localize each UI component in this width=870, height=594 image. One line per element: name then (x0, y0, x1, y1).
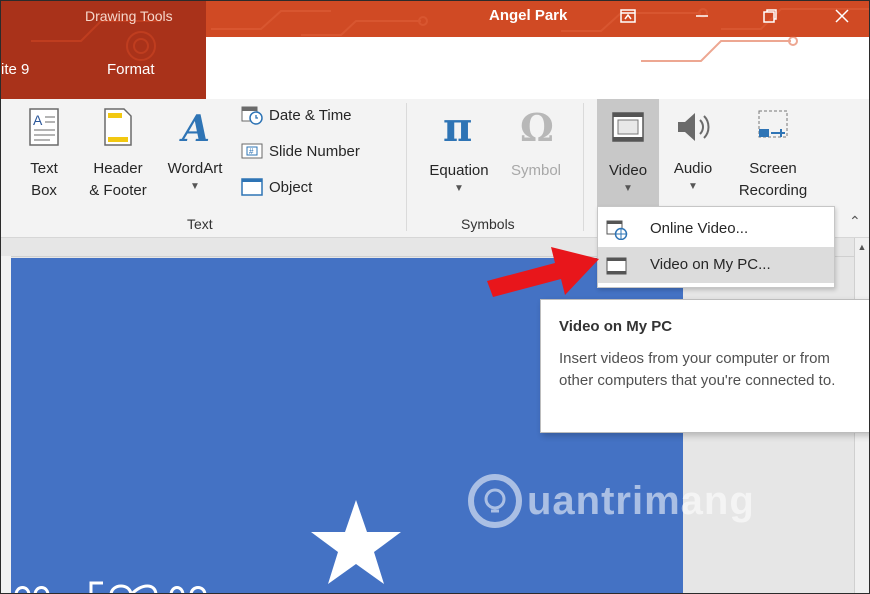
equation-button[interactable]: π Equation ▼ (419, 104, 499, 196)
screen-recording-label-2: Recording (738, 182, 808, 199)
chevron-down-icon: ▼ (688, 181, 698, 192)
screen-recording-label-1: Screen (749, 160, 797, 177)
screen-recording-button[interactable]: Screen Recording (725, 107, 821, 202)
user-name[interactable]: Angel Park (489, 7, 567, 24)
online-video-label: Online Video... (650, 220, 749, 237)
text-box-label-2: Box (31, 182, 57, 199)
text-box-icon: A (29, 108, 59, 146)
tell-me-text: Tell me what you want to do (259, 58, 445, 76)
audio-label: Audio (673, 160, 713, 177)
maximize-icon[interactable] (747, 1, 793, 31)
chevron-down-icon: ▼ (190, 181, 200, 192)
symbol-label: Symbol (510, 162, 562, 179)
quantrimang-watermark: uantrimang (467, 473, 755, 529)
online-video-menu-item[interactable]: Online Video... (598, 211, 834, 247)
symbols-group-label: Symbols (461, 216, 515, 232)
audio-button[interactable]: Audio ▼ (665, 107, 721, 194)
watermark-logo-icon (468, 474, 522, 528)
powerpoint-window: Drawing Tools Angel Park ite 9 Format Te… (0, 0, 870, 594)
video-on-my-pc-menu-item[interactable]: Video on My PC... (598, 247, 834, 283)
equation-label: Equation (429, 162, 489, 179)
group-separator (583, 103, 584, 231)
tab-format[interactable]: Format (107, 61, 155, 78)
wordart-button[interactable]: A WordArt ▼ (159, 107, 231, 194)
slide-number-label: Slide Number (269, 142, 360, 160)
video-button[interactable]: Video ▼ (597, 99, 659, 211)
share-label: Share (795, 58, 836, 76)
star-shape[interactable] (308, 496, 404, 588)
svg-text:π: π (443, 105, 472, 149)
calendar-clock-icon (241, 106, 263, 125)
tab-partial[interactable]: ite 9 (1, 61, 29, 78)
share-button[interactable]: Share (769, 57, 835, 77)
video-dropdown-menu: Online Video... Video on My PC... (597, 206, 835, 288)
tooltip-body: Insert videos from your computer or from… (559, 350, 836, 389)
slide-number-icon: # (241, 143, 263, 159)
text-box-label-1: Text (30, 160, 58, 177)
video-on-my-pc-label: Video on My PC... (650, 256, 771, 273)
minimize-icon[interactable] (679, 1, 725, 31)
date-time-label: Date & Time (269, 106, 352, 124)
omega-icon: Ω (520, 105, 554, 150)
tooltip: Video on My PC Insert videos from your c… (540, 299, 869, 433)
person-add-icon (769, 58, 788, 76)
symbol-button[interactable]: Ω Symbol (501, 105, 571, 182)
svg-text:A: A (33, 112, 43, 128)
scroll-up-icon[interactable]: ▲ (856, 242, 868, 258)
text-box-button[interactable]: A Text Box (19, 107, 69, 202)
red-arrow-annotation (487, 247, 599, 297)
online-video-icon (606, 220, 628, 240)
slide-pane-edge (1, 256, 11, 593)
film-icon (612, 112, 644, 142)
lightbulb-icon (233, 57, 249, 76)
titlebar-text-layer: Drawing Tools Angel Park (1, 1, 869, 37)
svg-text:#: # (249, 147, 254, 156)
speaker-icon (678, 113, 710, 141)
tab-row: ite 9 Format Tell me what you want to do… (1, 37, 869, 99)
pi-icon: π (443, 104, 472, 151)
date-time-button[interactable]: Date & Time (241, 105, 352, 125)
screen-recording-icon (758, 110, 788, 138)
tell-me-box[interactable]: Tell me what you want to do (233, 57, 444, 77)
svg-text:A: A (179, 108, 210, 147)
watermark-text: uantrimang (527, 478, 755, 523)
header-footer-icon (104, 108, 132, 146)
text-group-label: Text (187, 216, 213, 232)
collapse-ribbon-icon[interactable]: ⌃ (849, 213, 861, 230)
close-icon[interactable] (819, 1, 865, 31)
video-label: Video (608, 162, 648, 179)
svg-text:Ω: Ω (520, 105, 554, 149)
context-title: Drawing Tools (85, 8, 173, 24)
header-footer-label-1: Header (93, 160, 143, 177)
wordart-label: WordArt (167, 160, 223, 177)
ribbon-display-options-icon[interactable] (605, 1, 651, 31)
chevron-down-icon: ▼ (454, 183, 464, 194)
object-label: Object (269, 178, 313, 196)
header-footer-label-2: & Footer (89, 182, 147, 199)
slide-bottom-decoration (14, 581, 207, 593)
wordart-icon: A (179, 108, 210, 150)
tooltip-title: Video on My PC (559, 318, 673, 335)
object-button[interactable]: Object (241, 177, 312, 197)
slide-number-button[interactable]: # Slide Number (241, 141, 360, 161)
object-icon (241, 178, 263, 196)
chevron-down-icon: ▼ (623, 183, 633, 194)
group-separator (406, 103, 407, 231)
header-footer-button[interactable]: Header & Footer (79, 107, 157, 202)
